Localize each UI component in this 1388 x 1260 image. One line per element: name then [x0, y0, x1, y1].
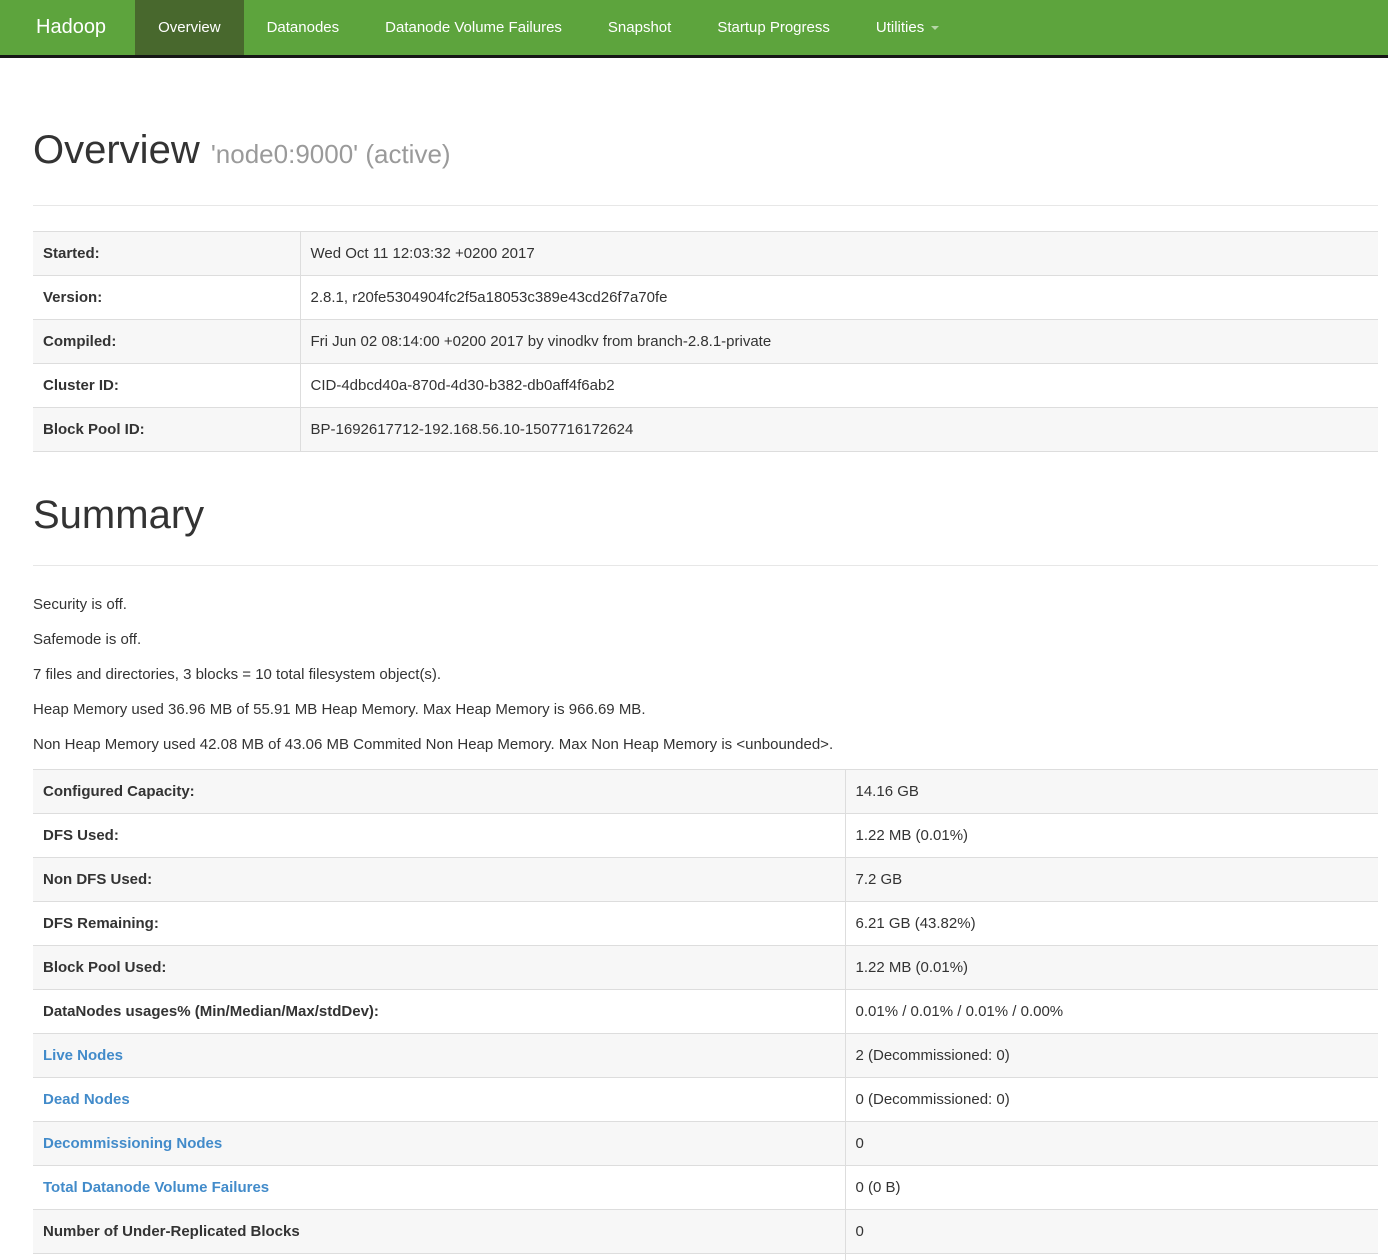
row-value: Wed Oct 11 12:03:32 +0200 2017 [300, 232, 1378, 276]
row-value: 0 [845, 1122, 1378, 1166]
summary-table: Configured Capacity:14.16 GBDFS Used:1.2… [33, 769, 1378, 1260]
row-label-total-datanode-volume-failures: Total Datanode Volume Failures [33, 1166, 845, 1210]
summary-paragraph: Security is off. [33, 594, 1378, 615]
row-label-compiled: Compiled: [33, 320, 300, 364]
row-label-started: Started: [33, 232, 300, 276]
nav-label: Overview [158, 19, 221, 36]
decommissioning-nodes-link[interactable]: Decommissioning Nodes [43, 1135, 222, 1152]
table-row: DFS Used:1.22 MB (0.01%) [33, 814, 1378, 858]
page-title-text: Overview [33, 128, 200, 172]
navbar-menu: Overview Datanodes Datanode Volume Failure… [135, 0, 962, 55]
nav-item-datanodes[interactable]: Datanodes [244, 0, 363, 55]
nav-link-utilities[interactable]: Utilities [853, 0, 962, 55]
summary-header: Summary [33, 491, 1378, 566]
row-value: 2.8.1, r20fe5304904fc2f5a18053c389e43cd2… [300, 276, 1378, 320]
table-row: Compiled:Fri Jun 02 08:14:00 +0200 2017 … [33, 320, 1378, 364]
nav-label: Startup Progress [717, 19, 830, 36]
row-value: CID-4dbcd40a-870d-4d30-b382-db0aff4f6ab2 [300, 364, 1378, 408]
summary-paragraph: Non Heap Memory used 42.08 MB of 43.06 M… [33, 734, 1378, 755]
table-row: Number of Blocks Pending Deletion0 [33, 1254, 1378, 1260]
row-value: Fri Jun 02 08:14:00 +0200 2017 by vinodk… [300, 320, 1378, 364]
nav-item-datanode-volume-failures[interactable]: Datanode Volume Failures [362, 0, 585, 55]
row-label-version: Version: [33, 276, 300, 320]
table-row: Started:Wed Oct 11 12:03:32 +0200 2017 [33, 232, 1378, 276]
summary-table-body: Configured Capacity:14.16 GBDFS Used:1.2… [33, 770, 1378, 1260]
navbar-brand[interactable]: Hadoop [0, 0, 121, 55]
row-value: BP-1692617712-192.168.56.10-150771617262… [300, 408, 1378, 452]
table-row: Decommissioning Nodes 0 [33, 1122, 1378, 1166]
row-label-dfs-remaining: DFS Remaining: [33, 902, 845, 946]
row-value: 2 (Decommissioned: 0) [845, 1034, 1378, 1078]
table-row: Total Datanode Volume Failures 0 (0 B) [33, 1166, 1378, 1210]
row-value: 7.2 GB [845, 858, 1378, 902]
table-row: Live Nodes 2 (Decommissioned: 0) [33, 1034, 1378, 1078]
navbar: Hadoop Overview Datanodes Datanode Volume … [0, 0, 1388, 58]
summary-title: Summary [33, 491, 1378, 539]
row-value: 0 (Decommissioned: 0) [845, 1078, 1378, 1122]
row-value: 0.01% / 0.01% / 0.01% / 0.00% [845, 990, 1378, 1034]
overview-header: Overview 'node0:9000' (active) [33, 126, 1378, 206]
overview-table-body: Started:Wed Oct 11 12:03:32 +0200 2017Ve… [33, 232, 1378, 452]
table-row: DFS Remaining:6.21 GB (43.82%) [33, 902, 1378, 946]
nav-label: Utilities [876, 19, 924, 36]
row-label-dfs-used: DFS Used: [33, 814, 845, 858]
overview-table: Started:Wed Oct 11 12:03:32 +0200 2017Ve… [33, 231, 1378, 452]
main-content: Overview 'node0:9000' (active) Started:W… [0, 126, 1388, 1260]
row-label-live-nodes: Live Nodes [33, 1034, 845, 1078]
nav-item-overview[interactable]: Overview [135, 0, 244, 55]
page-subtitle: 'node0:9000' (active) [211, 139, 451, 169]
row-label-number-of-blocks-pending-deletion: Number of Blocks Pending Deletion [33, 1254, 845, 1260]
nav-link-snapshot[interactable]: Snapshot [585, 0, 694, 55]
table-row: Dead Nodes 0 (Decommissioned: 0) [33, 1078, 1378, 1122]
table-row: Configured Capacity:14.16 GB [33, 770, 1378, 814]
table-row: Block Pool ID:BP-1692617712-192.168.56.1… [33, 408, 1378, 452]
nav-link-overview[interactable]: Overview [135, 0, 244, 55]
nav-link-datanodes[interactable]: Datanodes [244, 0, 363, 55]
nav-item-utilities[interactable]: Utilities [853, 0, 962, 55]
nav-link-datanode-volume-failures[interactable]: Datanode Volume Failures [362, 0, 585, 55]
nav-link-startup-progress[interactable]: Startup Progress [694, 0, 853, 55]
row-value: 1.22 MB (0.01%) [845, 946, 1378, 990]
dead-nodes-link[interactable]: Dead Nodes [43, 1091, 130, 1108]
row-label-datanodes-usages-min-median-max-stddev: DataNodes usages% (Min/Median/Max/stdDev… [33, 990, 845, 1034]
table-row: Number of Under-Replicated Blocks0 [33, 1210, 1378, 1254]
row-value: 0 (0 B) [845, 1166, 1378, 1210]
nav-item-startup-progress[interactable]: Startup Progress [694, 0, 853, 55]
summary-paragraph: Heap Memory used 36.96 MB of 55.91 MB He… [33, 699, 1378, 720]
nav-item-snapshot[interactable]: Snapshot [585, 0, 694, 55]
row-label-block-pool-used: Block Pool Used: [33, 946, 845, 990]
nav-label: Datanode Volume Failures [385, 19, 562, 36]
live-nodes-link[interactable]: Live Nodes [43, 1047, 123, 1064]
table-row: Block Pool Used:1.22 MB (0.01%) [33, 946, 1378, 990]
row-value: 1.22 MB (0.01%) [845, 814, 1378, 858]
table-row: Non DFS Used:7.2 GB [33, 858, 1378, 902]
summary-paragraph: Safemode is off. [33, 629, 1378, 650]
table-row: Version:2.8.1, r20fe5304904fc2f5a18053c3… [33, 276, 1378, 320]
page-title: Overview 'node0:9000' (active) [33, 126, 1378, 178]
row-value: 14.16 GB [845, 770, 1378, 814]
row-label-number-of-under-replicated-blocks: Number of Under-Replicated Blocks [33, 1210, 845, 1254]
row-label-dead-nodes: Dead Nodes [33, 1078, 845, 1122]
row-label-cluster-id: Cluster ID: [33, 364, 300, 408]
row-value: 6.21 GB (43.82%) [845, 902, 1378, 946]
row-label-configured-capacity: Configured Capacity: [33, 770, 845, 814]
summary-paragraph: 7 files and directories, 3 blocks = 10 t… [33, 664, 1378, 685]
row-label-decommissioning-nodes: Decommissioning Nodes [33, 1122, 845, 1166]
table-row: DataNodes usages% (Min/Median/Max/stdDev… [33, 990, 1378, 1034]
row-label-block-pool-id: Block Pool ID: [33, 408, 300, 452]
nav-label: Datanodes [267, 19, 340, 36]
row-value: 0 [845, 1210, 1378, 1254]
nav-label: Snapshot [608, 19, 671, 36]
row-value: 0 [845, 1254, 1378, 1260]
chevron-down-icon [931, 26, 939, 30]
table-row: Cluster ID:CID-4dbcd40a-870d-4d30-b382-d… [33, 364, 1378, 408]
row-label-non-dfs-used: Non DFS Used: [33, 858, 845, 902]
total-datanode-volume-failures-link[interactable]: Total Datanode Volume Failures [43, 1179, 269, 1196]
summary-paragraphs: Security is off. Safemode is off. 7 files … [33, 594, 1378, 755]
